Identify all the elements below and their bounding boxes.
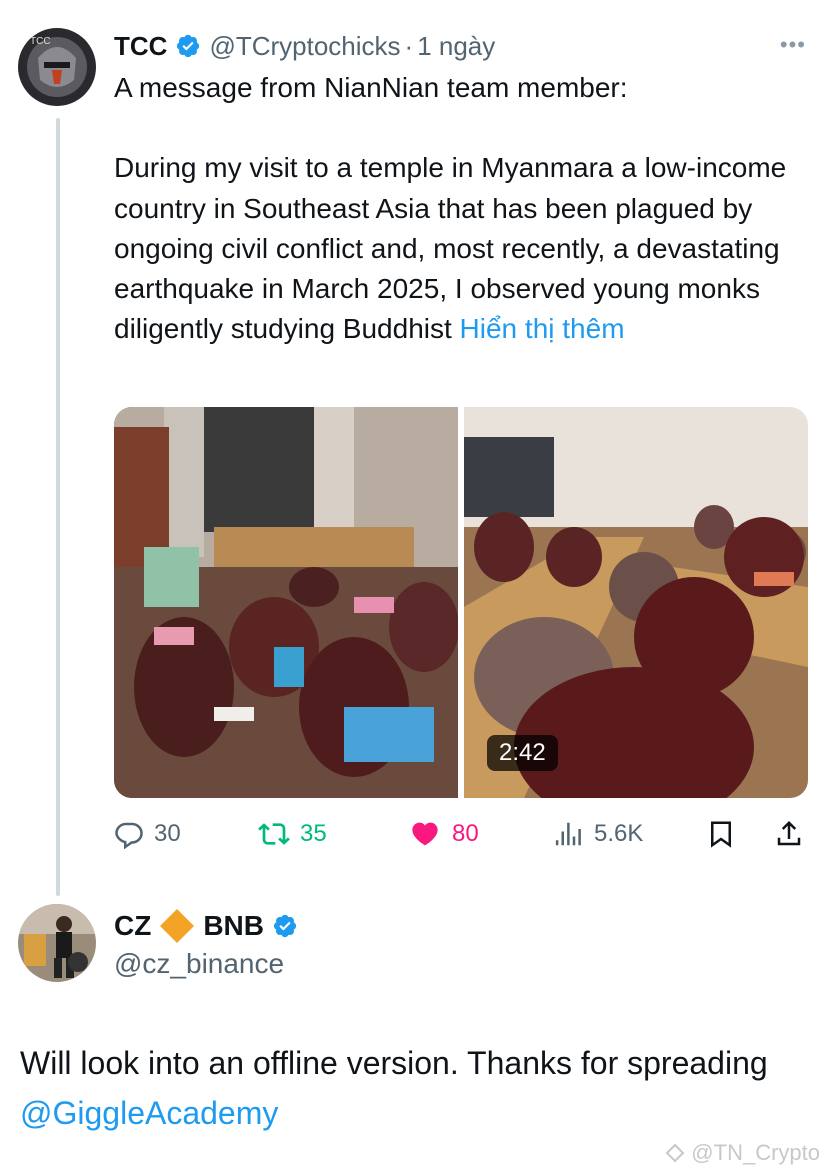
like-count: 80 [452, 820, 479, 847]
tweet-text-body: Will look into an offline version. Thank… [20, 1045, 768, 1081]
display-name-part2: BNB [203, 910, 264, 941]
display-name[interactable]: CZ BNB [114, 906, 306, 946]
bnb-diamond-icon [157, 906, 197, 946]
tweet-header: TCC @TCryptochicks · 1 ngày [114, 28, 810, 64]
views-icon [555, 822, 581, 846]
reply-button[interactable]: 30 [114, 812, 181, 856]
share-icon [777, 820, 801, 846]
views-button[interactable]: 5.6K [554, 812, 643, 856]
like-button[interactable]: 80 [408, 812, 479, 856]
video-duration-badge: 2:42 [487, 735, 558, 771]
retweet-icon [258, 823, 290, 845]
tweet-text-line: A message from NianNian team member: [114, 72, 628, 103]
retweet-count: 35 [300, 820, 327, 847]
svg-text:TCC: TCC [30, 36, 51, 47]
handle[interactable]: @cz_binance [114, 948, 284, 980]
avatar[interactable] [18, 904, 96, 982]
timestamp[interactable]: 1 ngày [417, 31, 495, 62]
bookmark-icon [711, 821, 731, 848]
watermark-logo-icon [665, 1143, 685, 1163]
display-name-part1: CZ [114, 910, 152, 941]
tweet-text: Will look into an offline version. Thank… [20, 1038, 810, 1138]
watermark-text: @TN_Crypto [691, 1140, 820, 1165]
bookmark-button[interactable] [706, 812, 736, 856]
reply-icon [115, 822, 143, 849]
tweet-text: A message from NianNian team member: Dur… [114, 68, 804, 350]
mention-link[interactable]: @GiggleAcademy [20, 1095, 278, 1131]
handle[interactable]: @TCryptochicks [209, 31, 400, 62]
separator-dot: · [404, 30, 414, 61]
verified-badge-icon [175, 33, 201, 59]
tweet-text-paragraph: Will look into an offline version. Thank… [20, 1038, 810, 1138]
reply-count: 30 [154, 820, 181, 847]
view-count: 5.6K [594, 820, 644, 847]
media-image-left[interactable] [114, 407, 458, 798]
avatar[interactable]: TCC [18, 28, 96, 106]
retweet-button[interactable]: 35 [258, 812, 327, 856]
tweet-text-paragraph: During my visit to a temple in Myanmara … [114, 148, 804, 349]
watermark: @TN_Crypto [665, 1140, 820, 1166]
media-gallery[interactable] [114, 407, 808, 798]
tweet-actions: 30 35 80 5.6K [114, 812, 808, 856]
show-more-link[interactable]: Hiển thị thêm [460, 313, 625, 344]
share-button[interactable] [774, 812, 804, 856]
thread-connector-line [56, 118, 60, 896]
more-options-icon[interactable]: ••• [780, 32, 806, 58]
verified-badge-icon [272, 913, 298, 939]
heart-icon [412, 822, 438, 846]
tweet-text-body: During my visit to a temple in Myanmara … [114, 152, 787, 345]
display-name[interactable]: TCC [114, 31, 167, 62]
